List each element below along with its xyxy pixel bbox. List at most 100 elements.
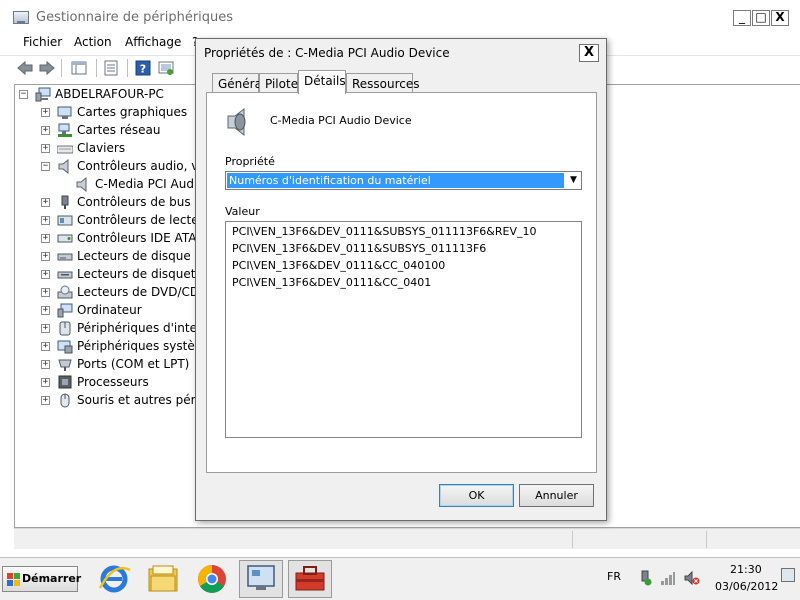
property-selected-value: Numéros d'identification du matériel (227, 173, 564, 188)
menu-action[interactable]: Action (74, 35, 112, 49)
menu-affichage[interactable]: Affichage (125, 35, 181, 49)
folder-icon (148, 565, 178, 592)
collapse-root-toggle[interactable]: − (19, 90, 28, 99)
taskbar-device-manager[interactable] (239, 560, 283, 598)
toolbar-separator (127, 59, 128, 77)
dialog-title-bar[interactable]: Propriétés de : C-Media PCI Audio Device… (196, 39, 606, 67)
value-item[interactable]: PCI\VEN_13F6&DEV_0111&SUBSYS_011113F6&RE… (232, 225, 536, 238)
taskbar: Démarrer FR 21:30 03/06/2012 (0, 557, 800, 600)
collapse-toggle[interactable]: − (41, 162, 50, 171)
properties-icon[interactable] (102, 59, 120, 77)
device-manager-icon (247, 565, 275, 590)
expand-toggle[interactable]: + (41, 288, 50, 297)
details-tab-panel: C-Media PCI Audio Device Propriété Numér… (206, 92, 597, 473)
mouse-icon (60, 393, 70, 408)
close-window-button[interactable]: X (771, 10, 789, 26)
minimize-button[interactable]: _ (733, 10, 751, 26)
expand-toggle[interactable]: + (41, 306, 50, 315)
language-indicator[interactable]: FR (607, 570, 621, 583)
device-manager-icon (13, 11, 29, 24)
expand-toggle[interactable]: + (41, 234, 50, 243)
expand-toggle[interactable]: + (41, 270, 50, 279)
network-adapter-icon (58, 123, 72, 137)
expand-toggle[interactable]: + (41, 108, 50, 117)
tree-item-label: C-Media PCI Audic (95, 177, 204, 191)
hid-icon (59, 321, 71, 336)
expand-toggle[interactable]: + (41, 126, 50, 135)
tab-pilote[interactable]: Pilote (259, 73, 298, 93)
clock-date[interactable]: 03/06/2012 (715, 580, 778, 593)
computer-name: ABDELRAFOUR-PC (55, 87, 164, 101)
tree-item-label: Claviers (77, 141, 126, 155)
keyboard-icon (57, 145, 73, 154)
dialog-close-button[interactable]: X (579, 44, 599, 62)
computer-icon (57, 303, 73, 318)
chrome-icon (198, 565, 226, 593)
expand-toggle[interactable]: + (41, 198, 50, 207)
toolbar-separator (96, 59, 97, 77)
value-item[interactable]: PCI\VEN_13F6&DEV_0111&SUBSYS_011113F6 (232, 242, 486, 255)
help-icon[interactable]: ? (134, 59, 152, 77)
windows-logo-icon (7, 573, 20, 586)
svg-text:?: ? (140, 63, 146, 76)
tree-item-label: Contrôleurs de lecteur (77, 213, 212, 227)
properties-dialog: Propriétés de : C-Media PCI Audio Device… (195, 38, 607, 521)
tab-ressources[interactable]: Ressources (346, 73, 420, 93)
system-device-icon (57, 340, 73, 354)
dvd-drive-icon (57, 285, 73, 299)
main-title-bar[interactable]: Gestionnaire de périphériques _ □ X (0, 6, 800, 30)
expand-toggle[interactable]: + (41, 252, 50, 261)
menu-fichier[interactable]: Fichier (23, 35, 62, 49)
tree-item-label: Lecteurs de disquette (77, 267, 208, 281)
taskbar-toolbox[interactable] (288, 560, 332, 598)
start-label: Démarrer (22, 572, 82, 585)
tab-details[interactable]: Détails (298, 70, 346, 94)
expand-toggle[interactable]: + (41, 378, 50, 387)
expand-toggle[interactable]: + (41, 144, 50, 153)
device-name: C-Media PCI Audio Device (270, 114, 412, 127)
processor-icon (58, 375, 72, 389)
tab-general[interactable]: Général (212, 73, 265, 93)
toolbar-separator (61, 59, 62, 77)
safely-remove-hardware-icon[interactable] (637, 570, 653, 586)
back-arrow-icon[interactable] (16, 59, 34, 77)
value-item[interactable]: PCI\VEN_13F6&DEV_0111&CC_0401 (232, 276, 431, 289)
status-cell (572, 531, 706, 548)
expand-toggle[interactable]: + (41, 216, 50, 225)
taskbar-internet-explorer[interactable] (92, 560, 136, 598)
value-item[interactable]: PCI\VEN_13F6&DEV_0111&CC_040100 (232, 259, 445, 272)
status-cell (706, 531, 800, 548)
network-signal-icon[interactable] (660, 570, 676, 586)
clock-time[interactable]: 21:30 (730, 563, 762, 576)
show-desktop-button[interactable] (781, 568, 795, 582)
expand-toggle[interactable]: + (41, 360, 50, 369)
expand-toggle[interactable]: + (41, 396, 50, 405)
volume-muted-icon[interactable] (684, 570, 700, 586)
expand-toggle[interactable]: + (41, 342, 50, 351)
tree-item-label: Contrôleurs audio, vid (77, 159, 210, 173)
taskbar-explorer[interactable] (141, 560, 185, 598)
expand-toggle[interactable]: + (41, 324, 50, 333)
maximize-button[interactable]: □ (752, 10, 770, 26)
computer-icon (35, 87, 51, 102)
ok-button[interactable]: OK (439, 484, 514, 507)
cancel-button[interactable]: Annuler (519, 484, 594, 507)
tree-item-label: Périphériques système (77, 339, 214, 353)
start-button[interactable]: Démarrer (2, 566, 82, 592)
property-dropdown[interactable]: Numéros d'identification du matériel ▼ (225, 171, 582, 190)
status-bar (14, 528, 800, 549)
value-list[interactable]: PCI\VEN_13F6&DEV_0111&SUBSYS_011113F6&RE… (225, 221, 582, 438)
taskbar-chrome[interactable] (190, 560, 234, 598)
tree-item-label: Ports (COM et LPT) (77, 357, 190, 371)
view-tree-icon[interactable] (70, 59, 88, 77)
scan-hardware-icon[interactable] (157, 59, 175, 77)
forward-arrow-icon[interactable] (38, 59, 56, 77)
chevron-down-icon[interactable]: ▼ (566, 173, 581, 188)
floppy-drive-icon (57, 271, 73, 279)
tree-item-label: Ordinateur (77, 303, 142, 317)
display-adapter-icon (57, 106, 72, 119)
main-window-title: Gestionnaire de périphériques (36, 10, 234, 25)
tree-item-label: Contrôleurs de bus US (77, 195, 211, 209)
tree-item-label: Souris et autres périph (77, 393, 215, 407)
value-label: Valeur (225, 205, 260, 218)
